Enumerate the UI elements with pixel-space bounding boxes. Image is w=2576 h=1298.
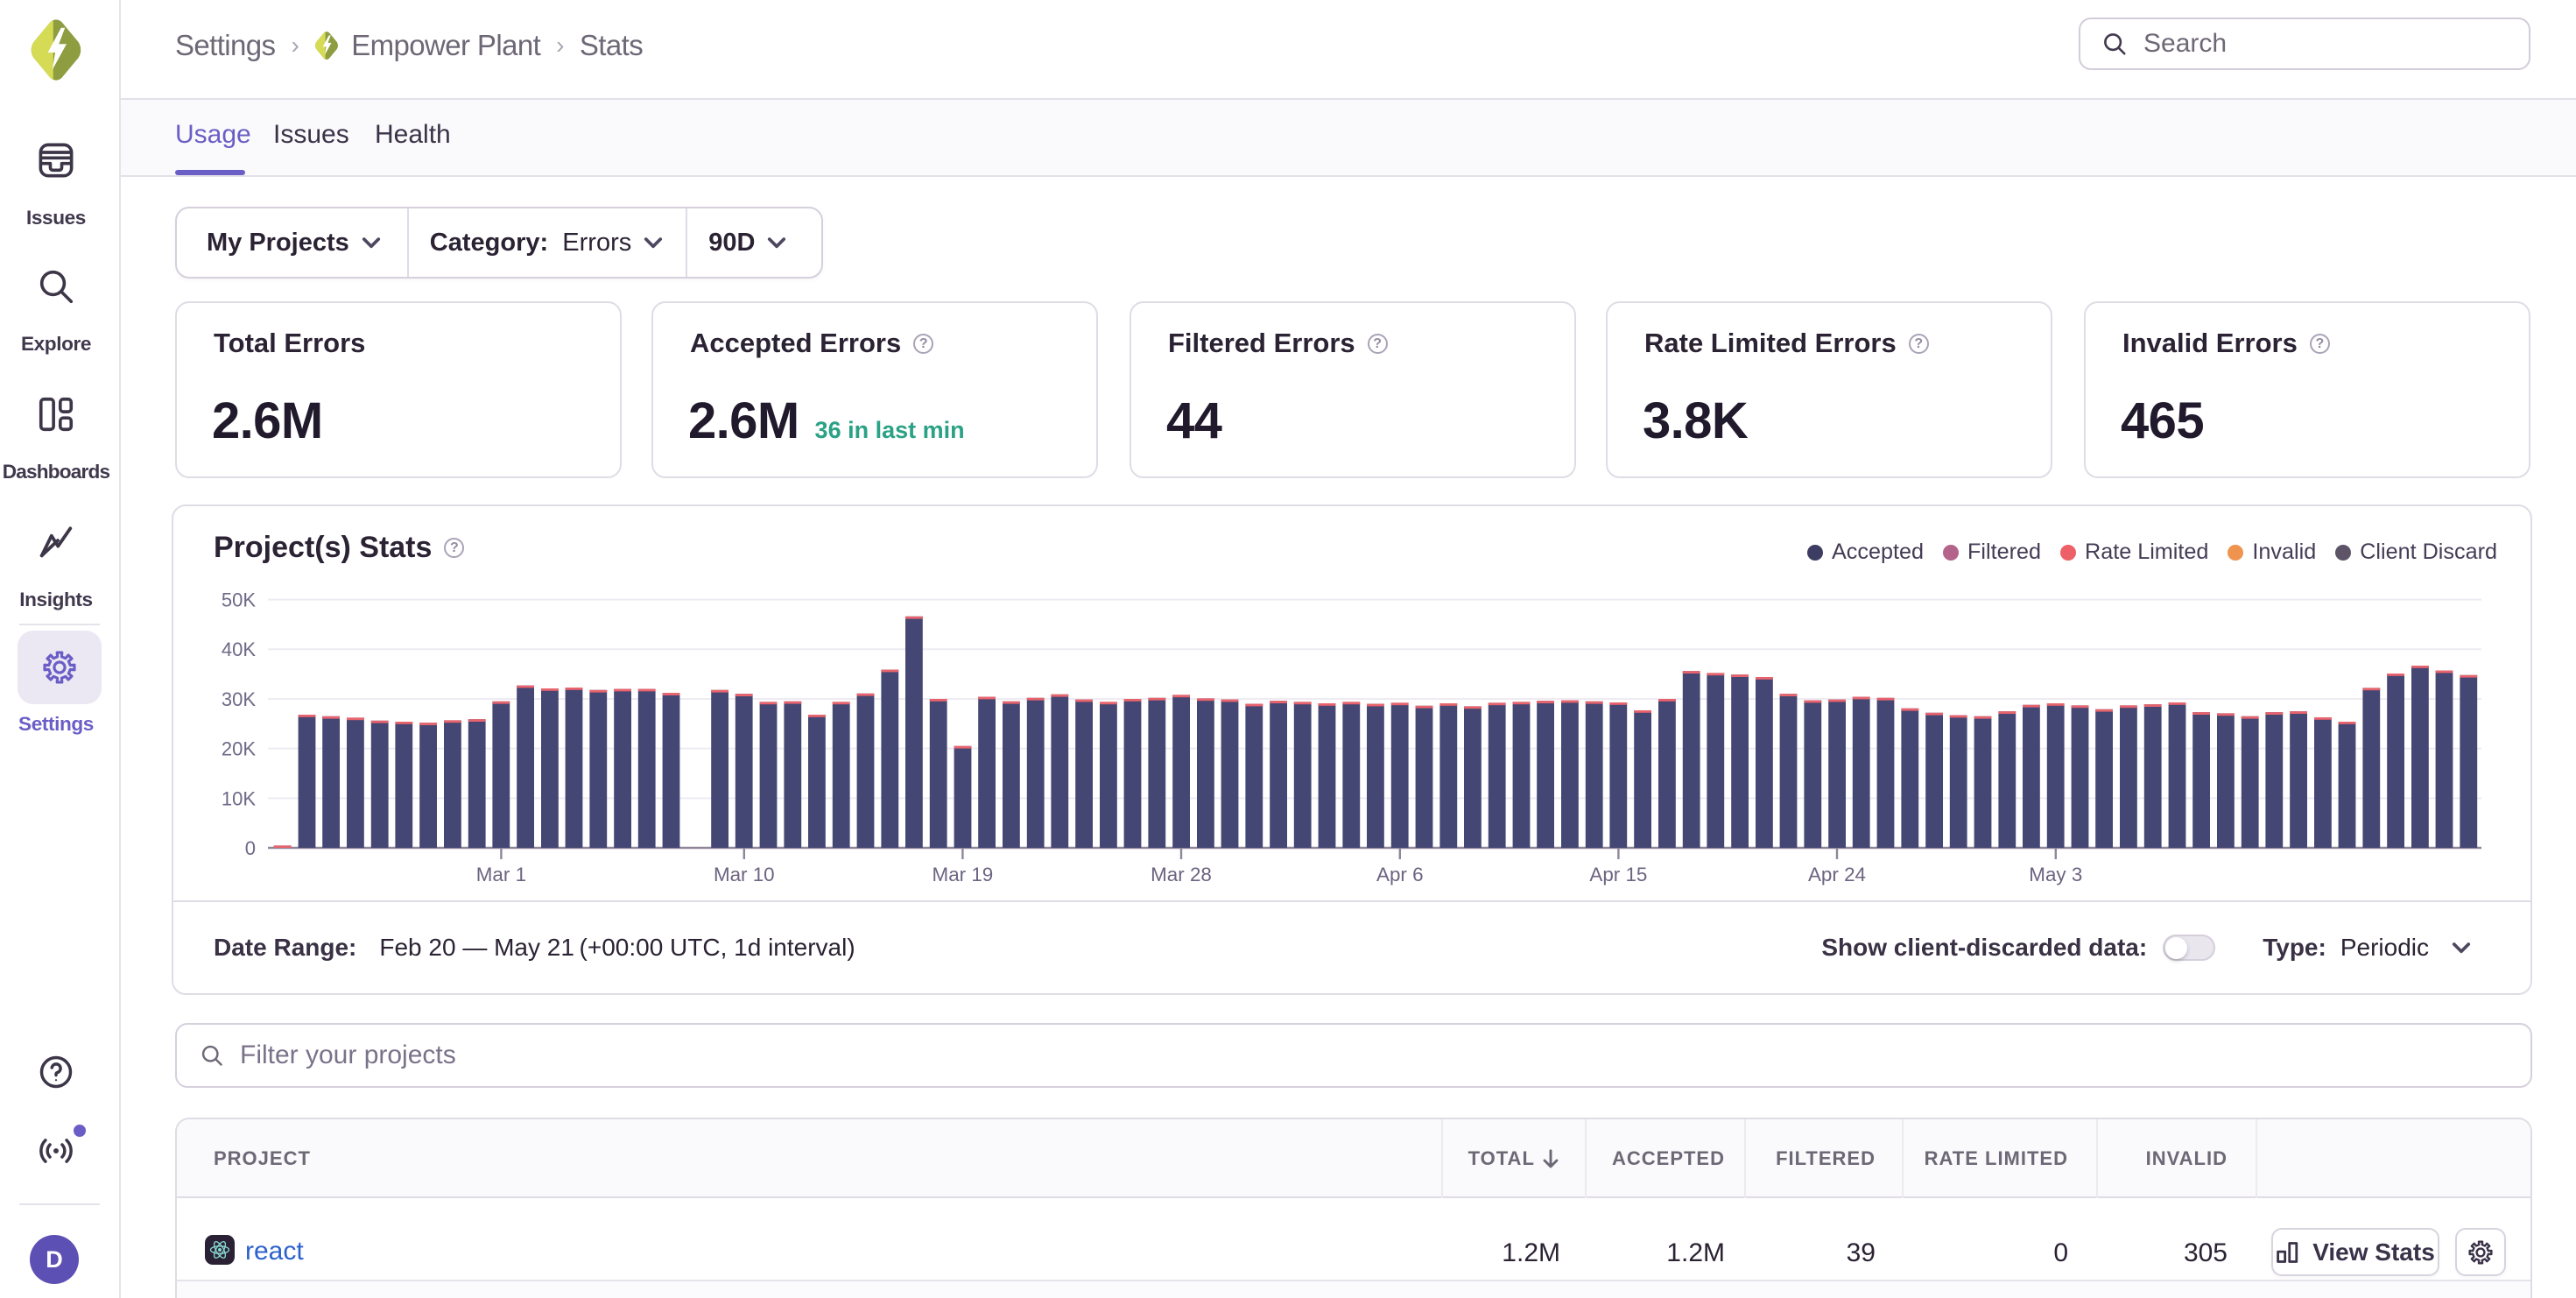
svg-text:Apr 15: Apr 15 [1589,864,1647,885]
svg-text:Apr 6: Apr 6 [1376,864,1424,885]
svg-text:20K: 20K [222,738,256,760]
svg-text:30K: 30K [222,688,256,710]
svg-text:Mar 1: Mar 1 [476,864,526,885]
svg-text:May 3: May 3 [2029,864,2082,885]
svg-text:50K: 50K [222,589,256,611]
svg-text:Apr 24: Apr 24 [1808,864,1866,885]
svg-text:40K: 40K [222,638,256,660]
svg-text:Mar 10: Mar 10 [714,864,775,885]
svg-text:Mar 19: Mar 19 [933,864,994,885]
svg-text:Mar 28: Mar 28 [1151,864,1212,885]
svg-text:10K: 10K [222,787,256,809]
svg-text:0: 0 [245,837,256,859]
